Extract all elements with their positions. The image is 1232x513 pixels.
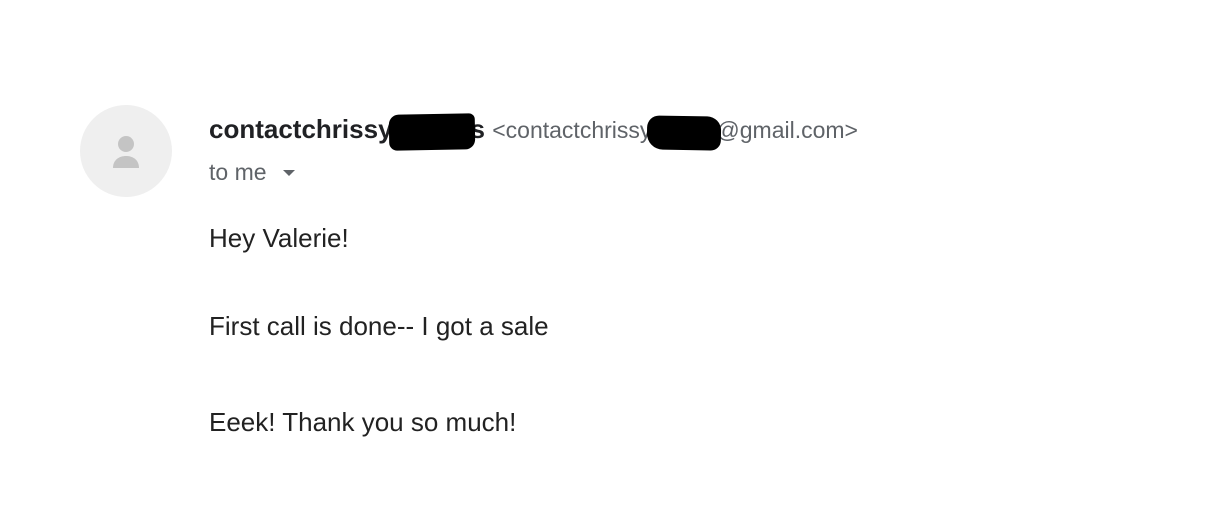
email-body-line-thanks: Eeek! Thank you so much!	[209, 407, 517, 437]
email-header: contactchrissy s <contactchrissy @gmail.co…	[209, 110, 858, 151]
sender-avatar[interactable]	[80, 105, 172, 197]
sender-name-visible-start: contactchrissy	[209, 114, 393, 144]
chevron-down-icon[interactable]	[277, 160, 301, 184]
email-message: contactchrissy s <contactchrissy @gmail.co…	[0, 0, 1232, 513]
recipient-label: to me	[209, 159, 267, 185]
sender-email-open-bracket: <	[492, 117, 506, 143]
sender-name[interactable]: contactchrissy s	[209, 113, 492, 151]
sender-email-domain: @gmail.com>	[716, 117, 858, 143]
person-icon	[113, 136, 139, 168]
redacted-name-mark	[388, 113, 475, 151]
redacted-email-mark	[647, 115, 722, 151]
sender-email[interactable]: <contactchrissy @gmail.com>	[492, 115, 858, 151]
email-body-line-greeting: Hey Valerie!	[209, 223, 349, 253]
email-body-line-sale: First call is done-- I got a sale	[209, 311, 549, 341]
sender-email-visible-start: contactchrissy	[505, 117, 652, 143]
recipient-details-toggle[interactable]: to me	[209, 156, 301, 188]
